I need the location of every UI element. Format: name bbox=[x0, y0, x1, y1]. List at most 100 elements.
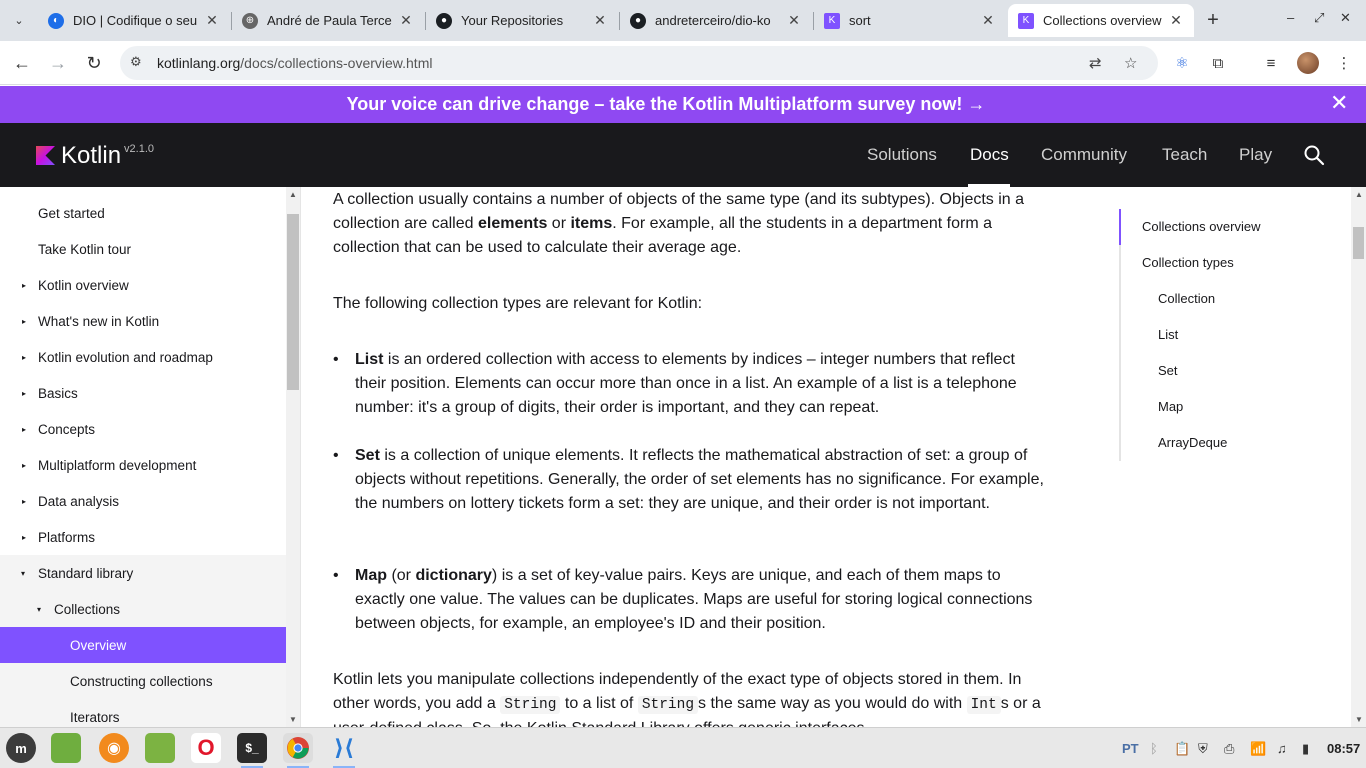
sidebar-item-collections[interactable]: ▾ Collections bbox=[0, 591, 286, 627]
survey-banner[interactable]: Your voice can drive change – take the K… bbox=[0, 86, 1366, 123]
browser-tab[interactable]: K sort ✕ bbox=[814, 4, 1006, 37]
toc-item-map[interactable]: Map bbox=[1158, 399, 1183, 414]
sidebar-item-overview[interactable]: Overview bbox=[0, 627, 286, 663]
sidebar-item-label: Get started bbox=[38, 205, 105, 221]
sidebar-scroll-thumb[interactable] bbox=[287, 214, 299, 390]
sidebar-item-get-started[interactable]: Get started bbox=[0, 195, 286, 231]
sidebar-item-concepts[interactable]: ▸ Concepts bbox=[0, 411, 286, 447]
browser-tab[interactable]: ◐ DIO | Codifique o seu ✕ bbox=[38, 4, 230, 37]
clipboard-icon[interactable]: 📋 bbox=[1174, 741, 1190, 757]
profile-avatar[interactable] bbox=[1297, 52, 1319, 74]
tab-close-icon[interactable]: ✕ bbox=[1168, 12, 1184, 29]
browser-tab[interactable]: ⊕ André de Paula Terce ✕ bbox=[232, 4, 424, 37]
sidebar-item-label: Basics bbox=[38, 385, 78, 401]
toc-item-collection-types[interactable]: Collection types bbox=[1142, 255, 1234, 270]
window-close-icon[interactable]: ✕ bbox=[1340, 10, 1351, 26]
url-text[interactable]: kotlinlang.org/docs/collections-overview… bbox=[157, 55, 432, 71]
sidebar-item-kotlin-overview[interactable]: ▸ Kotlin overview bbox=[0, 267, 286, 303]
dio-icon: ◐ bbox=[48, 12, 64, 29]
files-folder-icon[interactable] bbox=[145, 733, 175, 763]
react-devtools-icon[interactable]: ⚛ bbox=[1171, 53, 1193, 73]
sidebar-item-roadmap[interactable]: ▸ Kotlin evolution and roadmap bbox=[0, 339, 286, 375]
banner-close-icon[interactable]: ✕ bbox=[1330, 92, 1348, 114]
wifi-icon[interactable]: 📶 bbox=[1250, 741, 1266, 757]
battery-icon[interactable]: ▮ bbox=[1302, 741, 1309, 757]
address-bar[interactable]: ⚙ kotlinlang.org/docs/collections-overvi… bbox=[120, 46, 1158, 80]
nav-docs[interactable]: Docs bbox=[970, 145, 1009, 165]
clock[interactable]: 08:57 bbox=[1327, 741, 1360, 756]
sound-icon[interactable]: ♫ bbox=[1277, 741, 1287, 756]
sidebar-item-platforms[interactable]: ▸ Platforms bbox=[0, 519, 286, 555]
sidebar-item-basics[interactable]: ▸ Basics bbox=[0, 375, 286, 411]
sidebar-item-multiplatform[interactable]: ▸ Multiplatform development bbox=[0, 447, 286, 483]
firefox-icon[interactable]: ◉ bbox=[99, 733, 129, 763]
sidebar-item-label: Collections bbox=[54, 601, 121, 617]
page-scroll-thumb[interactable] bbox=[1353, 227, 1364, 259]
sidebar-item-kotlin-tour[interactable]: Take Kotlin tour bbox=[0, 231, 286, 267]
forward-arrow-icon[interactable]: → bbox=[46, 51, 70, 75]
toc-item-collection[interactable]: Collection bbox=[1158, 291, 1215, 306]
sidebar-item-label: Data analysis bbox=[38, 493, 120, 509]
tab-close-icon[interactable]: ✕ bbox=[592, 12, 608, 29]
printer-icon[interactable]: ⎙ bbox=[1224, 741, 1234, 757]
new-tab-button[interactable]: + bbox=[1203, 9, 1223, 31]
translate-icon[interactable]: ⇄ bbox=[1089, 54, 1102, 72]
nav-community[interactable]: Community bbox=[1041, 145, 1127, 165]
os-taskbar: m ◉ O $_ ⟩⟨ PT ᛒ 📋 ⛨ ⎙ 📶 ♫ ▮ 08:57 bbox=[0, 727, 1366, 768]
toc-item-set[interactable]: Set bbox=[1158, 363, 1178, 378]
sidebar-item-label: Concepts bbox=[38, 421, 96, 437]
sidebar-item-standard-library[interactable]: ▾ Standard library bbox=[0, 555, 286, 591]
tab-close-icon[interactable]: ✕ bbox=[398, 12, 414, 29]
version-label[interactable]: v2.1.0 bbox=[124, 143, 154, 155]
caret-right-icon: ▸ bbox=[22, 532, 27, 542]
bookmark-star-icon[interactable]: ☆ bbox=[1124, 54, 1137, 72]
bullet-body: Set is a collection of unique elements. … bbox=[355, 444, 1045, 516]
browser-tab-active[interactable]: K Collections overview ✕ bbox=[1008, 4, 1194, 37]
sidebar-item-constructing-collections[interactable]: Constructing collections bbox=[0, 663, 286, 699]
kotlin-logo[interactable]: Kotlin v2.1.0 bbox=[36, 143, 154, 168]
opera-icon[interactable]: O bbox=[191, 733, 221, 763]
browser-menu-icon[interactable]: ⋮ bbox=[1333, 53, 1355, 73]
shield-icon[interactable]: ⛨ bbox=[1198, 741, 1208, 757]
sidebar-item-data-analysis[interactable]: ▸ Data analysis bbox=[0, 483, 286, 519]
terminal-icon[interactable]: $_ bbox=[237, 733, 267, 768]
browser-tab[interactable]: ● andreterceiro/dio-ko ✕ bbox=[620, 4, 812, 37]
search-icon[interactable] bbox=[1302, 143, 1326, 167]
restore-icon[interactable]: ⤢ bbox=[1314, 10, 1324, 26]
scroll-down-arrow-icon[interactable]: ▼ bbox=[1355, 715, 1363, 724]
site-settings-icon[interactable]: ⚙ bbox=[130, 54, 142, 70]
reload-icon[interactable]: ↻ bbox=[82, 51, 106, 75]
tab-close-icon[interactable]: ✕ bbox=[204, 12, 220, 29]
sidebar-item-whats-new[interactable]: ▸ What's new in Kotlin bbox=[0, 303, 286, 339]
survey-banner-text[interactable]: Your voice can drive change – take the K… bbox=[0, 94, 1332, 115]
media-controls-icon[interactable]: ≡ bbox=[1260, 53, 1282, 73]
mint-menu-icon[interactable]: m bbox=[6, 733, 36, 763]
tab-search-chevron-icon[interactable]: ⌄ bbox=[6, 8, 32, 32]
caret-right-icon: ▸ bbox=[22, 352, 27, 362]
browser-tab[interactable]: ● Your Repositories ✕ bbox=[426, 4, 618, 37]
nav-play[interactable]: Play bbox=[1239, 145, 1272, 165]
tab-close-icon[interactable]: ✕ bbox=[786, 12, 802, 29]
scroll-down-arrow-icon[interactable]: ▼ bbox=[289, 715, 297, 724]
bullet-icon: • bbox=[333, 351, 339, 368]
toc-item-collections-overview[interactable]: Collections overview bbox=[1142, 219, 1261, 234]
nav-solutions[interactable]: Solutions bbox=[867, 145, 937, 165]
scroll-up-arrow-icon[interactable]: ▲ bbox=[1355, 190, 1363, 199]
extensions-puzzle-icon[interactable]: ⧉ bbox=[1207, 53, 1229, 73]
show-desktop-icon[interactable] bbox=[51, 733, 81, 763]
scroll-up-arrow-icon[interactable]: ▲ bbox=[289, 190, 297, 199]
back-arrow-icon[interactable]: ← bbox=[10, 51, 34, 75]
sidebar-scrollbar[interactable]: ▲ ▼ bbox=[286, 187, 301, 727]
minimize-icon[interactable]: – bbox=[1287, 10, 1294, 25]
nav-teach[interactable]: Teach bbox=[1162, 145, 1207, 165]
page-scrollbar[interactable]: ▲ ▼ bbox=[1351, 187, 1366, 727]
keyboard-layout-indicator[interactable]: PT bbox=[1122, 741, 1139, 756]
tab-close-icon[interactable]: ✕ bbox=[980, 12, 996, 29]
chrome-icon[interactable] bbox=[283, 733, 313, 768]
vscode-icon[interactable]: ⟩⟨ bbox=[329, 733, 359, 768]
toc-item-arraydeque[interactable]: ArrayDeque bbox=[1158, 435, 1227, 450]
bullet-icon: • bbox=[333, 447, 339, 464]
toc-item-list[interactable]: List bbox=[1158, 327, 1178, 342]
bluetooth-icon[interactable]: ᛒ bbox=[1150, 741, 1158, 756]
sidebar-item-iterators[interactable]: Iterators bbox=[0, 699, 286, 727]
